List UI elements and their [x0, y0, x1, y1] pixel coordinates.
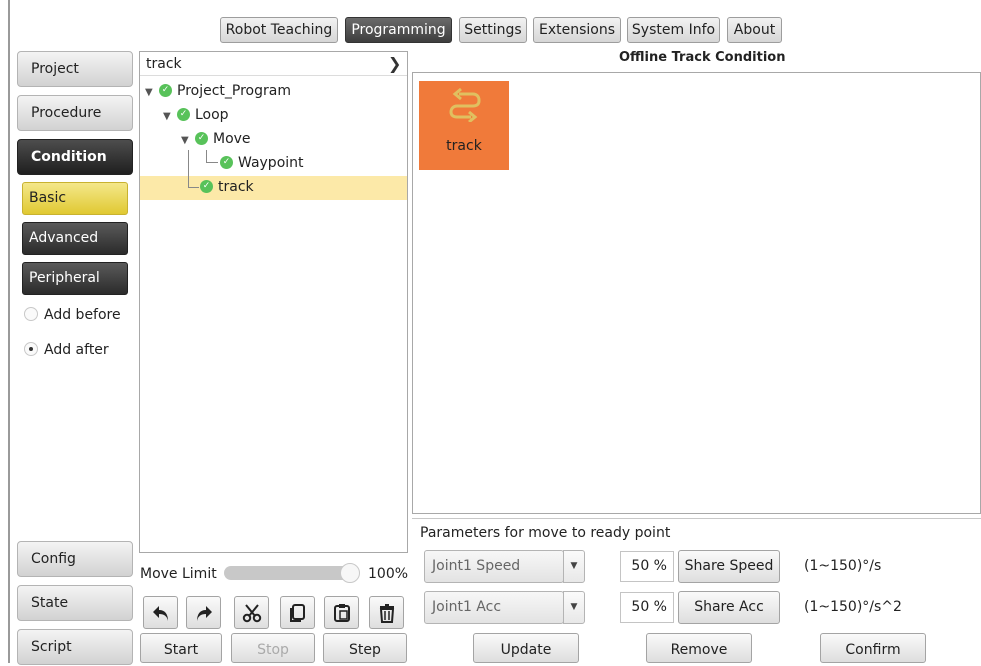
paste-button[interactable]	[324, 596, 359, 629]
tab-programming[interactable]: Programming	[345, 17, 452, 43]
cut-button[interactable]	[234, 596, 269, 629]
move-limit-slider-handle[interactable]	[340, 563, 360, 583]
acc-joint-select[interactable]: Joint1 Acc	[424, 591, 564, 624]
tree-item-move[interactable]: ▼ ✓ Move	[181, 127, 251, 151]
sidebar-project-button[interactable]: Project	[17, 51, 133, 87]
tab-about[interactable]: About	[727, 17, 782, 43]
tile-label: track	[446, 138, 482, 154]
condition-title: Offline Track Condition	[619, 50, 786, 65]
speed-range-label: (1~150)°/s	[804, 558, 882, 574]
chevron-right-icon[interactable]: ❯	[388, 52, 404, 76]
speed-percent-field[interactable]: 50 %	[620, 551, 674, 582]
track-condition-tile[interactable]: track	[419, 81, 509, 170]
add-after-radio[interactable]: Add after	[24, 340, 109, 360]
trash-icon	[379, 604, 395, 623]
tree-item-loop[interactable]: ▼ ✓ Loop	[163, 103, 229, 127]
copy-button[interactable]	[280, 596, 315, 629]
check-circle-icon: ✓	[177, 107, 190, 121]
step-button[interactable]: Step	[323, 633, 407, 663]
remove-button[interactable]: Remove	[646, 633, 752, 663]
tree-connector-line	[188, 187, 199, 188]
tab-robot-teaching[interactable]: Robot Teaching	[220, 17, 338, 43]
speed-joint-select[interactable]: Joint1 Speed	[424, 550, 564, 583]
undo-icon	[153, 606, 168, 621]
move-limit-slider-track[interactable]	[224, 566, 354, 580]
copy-icon	[290, 604, 305, 622]
move-limit-label: Move Limit	[140, 566, 217, 582]
tree-item-project-program[interactable]: ▼ ✓ Project_Program	[145, 79, 291, 103]
sidebar-condition-button[interactable]: Condition	[17, 139, 133, 175]
tab-extensions[interactable]: Extensions	[533, 17, 621, 43]
stop-button[interactable]: Stop	[231, 633, 315, 663]
tab-settings[interactable]: Settings	[459, 17, 527, 43]
chevron-down-icon[interactable]: ▼	[563, 550, 585, 583]
share-speed-button[interactable]: Share Speed	[678, 550, 780, 583]
chevron-down-icon[interactable]: ▼	[563, 591, 585, 624]
sidebar-config-button[interactable]: Config	[17, 541, 133, 577]
update-button[interactable]: Update	[473, 633, 579, 663]
redo-icon	[197, 606, 212, 621]
tree-item-label: Move	[213, 131, 251, 147]
check-circle-icon: ✓	[195, 131, 208, 145]
divider	[412, 518, 981, 519]
start-button[interactable]: Start	[140, 633, 222, 663]
tree-header: track	[140, 52, 407, 76]
add-after-label: Add after	[44, 342, 109, 358]
redo-button[interactable]	[186, 596, 221, 629]
sidebar-procedure-button[interactable]: Procedure	[17, 95, 133, 131]
window-left-border	[8, 0, 10, 663]
scissors-icon	[242, 604, 262, 623]
expand-triangle-icon[interactable]: ▼	[163, 105, 177, 129]
radio-circle-selected	[24, 342, 38, 356]
condition-basic-button[interactable]: Basic	[22, 182, 128, 215]
tree-selected-row-highlight	[140, 176, 407, 200]
acc-range-label: (1~150)°/s^2	[804, 599, 902, 615]
paste-icon	[334, 604, 350, 622]
radio-circle	[24, 307, 38, 321]
expand-triangle-icon[interactable]: ▼	[145, 81, 159, 105]
condition-peripheral-button[interactable]: Peripheral	[22, 262, 128, 295]
tree-item-track[interactable]: ✓ track	[200, 175, 254, 199]
track-loop-icon	[449, 87, 481, 122]
tree-item-label: Project_Program	[177, 83, 291, 99]
check-circle-icon: ✓	[220, 155, 233, 169]
tree-connector-line	[206, 150, 207, 162]
sidebar-script-button[interactable]: Script	[17, 629, 133, 665]
tree-item-label: Loop	[195, 107, 229, 123]
acc-percent-field[interactable]: 50 %	[620, 592, 674, 623]
tree-item-waypoint[interactable]: ✓ Waypoint	[220, 151, 304, 175]
add-before-radio[interactable]: Add before	[24, 305, 121, 325]
share-acc-button[interactable]: Share Acc	[678, 591, 780, 624]
tree-item-label: track	[218, 179, 254, 195]
check-circle-icon: ✓	[159, 83, 172, 97]
condition-advanced-button[interactable]: Advanced	[22, 222, 128, 255]
tree-connector-line	[188, 150, 189, 187]
check-circle-icon: ✓	[200, 179, 213, 193]
tree-item-label: Waypoint	[238, 155, 304, 171]
params-title: Parameters for move to ready point	[420, 525, 671, 541]
tab-system-info[interactable]: System Info	[627, 17, 720, 43]
delete-button[interactable]	[369, 596, 404, 629]
move-limit-value: 100%	[368, 566, 409, 582]
undo-button[interactable]	[143, 596, 178, 629]
add-before-label: Add before	[44, 307, 121, 323]
confirm-button[interactable]: Confirm	[820, 633, 926, 663]
tree-connector-line	[206, 162, 218, 163]
sidebar-state-button[interactable]: State	[17, 585, 133, 621]
